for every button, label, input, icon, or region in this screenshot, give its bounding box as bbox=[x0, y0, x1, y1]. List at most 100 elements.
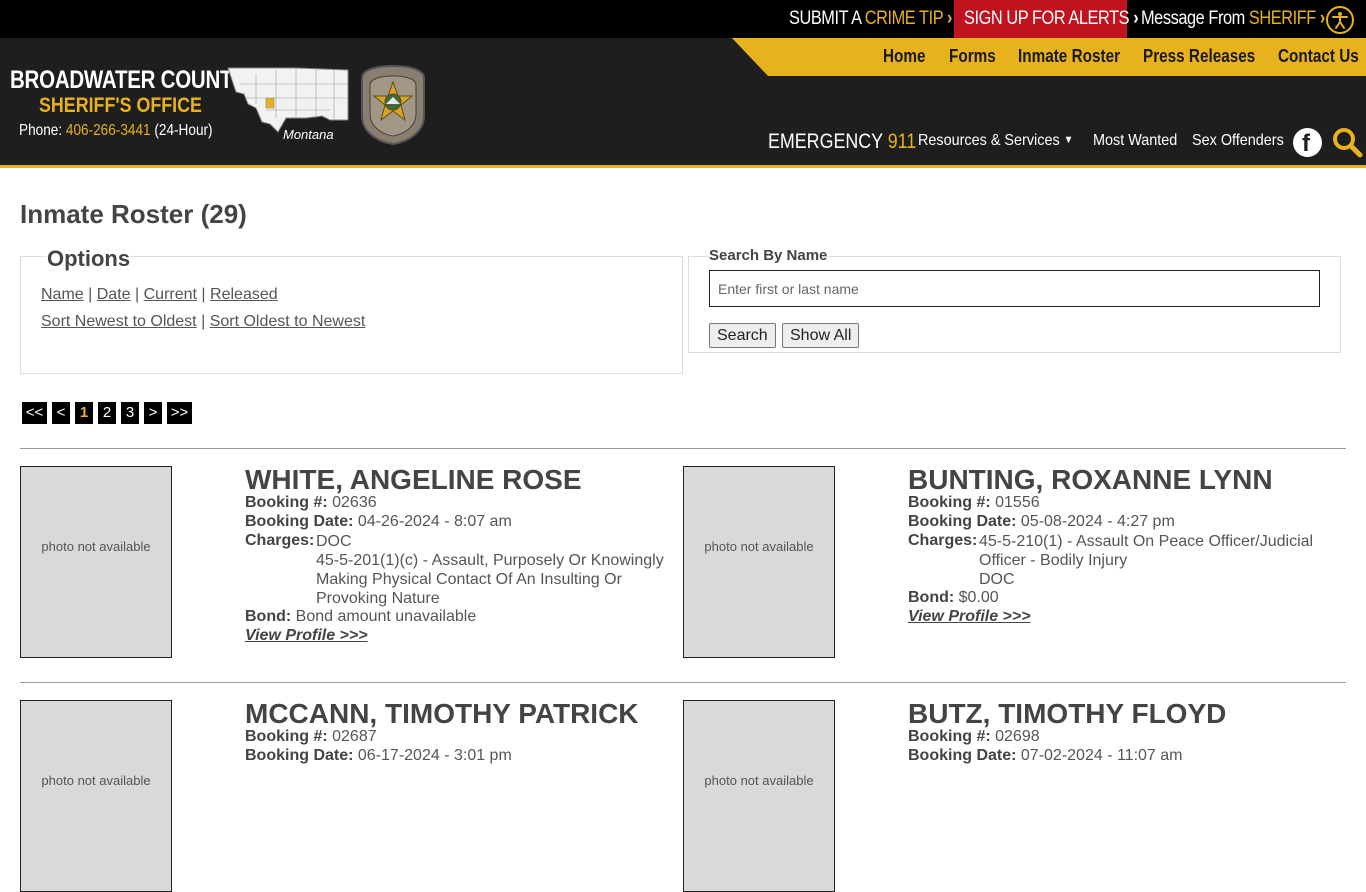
page-2[interactable]: 2 bbox=[98, 402, 116, 424]
emergency-911[interactable]: EMERGENCY 911 bbox=[768, 130, 916, 154]
crime-tip-text-b: CRIME TIP bbox=[864, 8, 944, 29]
nav-home[interactable]: Home bbox=[883, 46, 926, 67]
filter-name-link[interactable]: Name bbox=[41, 286, 84, 303]
phone-note: (24-Hour) bbox=[154, 122, 213, 139]
bond: Bond: Bond amount unavailable bbox=[245, 608, 476, 626]
separator: | bbox=[88, 286, 93, 303]
value: 01556 bbox=[995, 494, 1040, 511]
booking-number: Booking #: 02687 bbox=[245, 728, 377, 746]
charge-item: DOC bbox=[979, 571, 1015, 588]
nav-contact-us[interactable]: Contact Us bbox=[1278, 46, 1359, 67]
value: 05-08-2024 - 4:27 pm bbox=[1020, 513, 1175, 530]
photo-placeholder-text: photo not available bbox=[704, 773, 814, 788]
accessibility-icon[interactable] bbox=[1326, 6, 1354, 34]
label: Booking Date: bbox=[245, 513, 354, 530]
nav-resources-services[interactable]: Resources & Services ▼ bbox=[918, 132, 1073, 150]
view-profile-link[interactable]: View Profile >>> bbox=[908, 608, 1031, 626]
inmate-photo[interactable]: photo not available bbox=[20, 466, 172, 658]
crime-tip-text-a: SUBMIT A bbox=[789, 8, 861, 29]
phone-label: Phone: bbox=[19, 122, 63, 139]
options-filter-row: Name | Date | Current | Released bbox=[41, 286, 278, 304]
booking-date: Booking Date: 07-02-2024 - 11:07 am bbox=[908, 747, 1183, 765]
label: Booking #: bbox=[908, 728, 991, 745]
facebook-icon[interactable]: f bbox=[1293, 128, 1322, 157]
chevron-right-icon: › bbox=[947, 8, 953, 29]
divider bbox=[20, 448, 1346, 449]
submit-crime-tip-link[interactable]: SUBMIT A CRIME TIP › bbox=[789, 0, 952, 38]
inmate-photo[interactable]: photo not available bbox=[683, 700, 835, 892]
options-legend: Options bbox=[47, 246, 131, 272]
value: 07-02-2024 - 11:07 am bbox=[1020, 747, 1183, 764]
value: 02636 bbox=[332, 494, 377, 511]
sort-newest-link[interactable]: Sort Newest to Oldest bbox=[41, 313, 197, 330]
nav-forms[interactable]: Forms bbox=[949, 46, 996, 67]
charges-list: 45-5-210(1) - Assault On Peace Officer/J… bbox=[979, 532, 1329, 589]
filter-released-link[interactable]: Released bbox=[210, 286, 278, 303]
label: Bond: bbox=[245, 608, 292, 625]
label: Booking Date: bbox=[908, 747, 1017, 764]
page-1[interactable]: 1 bbox=[75, 402, 93, 424]
charges-label: Charges: bbox=[245, 532, 314, 550]
inmate-photo[interactable]: photo not available bbox=[20, 700, 172, 892]
nav-inmate-roster[interactable]: Inmate Roster bbox=[1018, 46, 1120, 67]
chevron-right-icon: › bbox=[1319, 8, 1325, 29]
value: 02698 bbox=[995, 728, 1040, 745]
bond: Bond: $0.00 bbox=[908, 589, 999, 607]
nav-most-wanted[interactable]: Most Wanted bbox=[1093, 132, 1177, 150]
site-header: BROADWATER COUNTY SHERIFF'S OFFICE Phone… bbox=[0, 38, 1366, 168]
label: Bond: bbox=[908, 589, 955, 606]
emergency-label: EMERGENCY bbox=[768, 130, 883, 153]
page-first[interactable]: << bbox=[22, 402, 47, 424]
photo-placeholder-text: photo not available bbox=[41, 539, 151, 554]
chevron-right-icon: › bbox=[1133, 8, 1139, 29]
inmate-photo[interactable]: photo not available bbox=[683, 466, 835, 658]
filter-date-link[interactable]: Date bbox=[97, 286, 131, 303]
label: Booking #: bbox=[245, 494, 328, 511]
inmate-name: WHITE, ANGELINE ROSE bbox=[245, 464, 582, 495]
resources-label: Resources & Services bbox=[918, 132, 1060, 149]
view-profile-link[interactable]: View Profile >>> bbox=[245, 627, 368, 645]
message-text-b: SHERIFF bbox=[1248, 8, 1316, 29]
page-last[interactable]: >> bbox=[167, 402, 192, 424]
photo-placeholder-text: photo not available bbox=[41, 773, 151, 788]
phone-number[interactable]: 406-266-3441 bbox=[66, 122, 151, 139]
booking-number: Booking #: 02698 bbox=[908, 728, 1040, 746]
booking-date: Booking Date: 06-17-2024 - 3:01 pm bbox=[245, 747, 512, 765]
booking-date: Booking Date: 04-26-2024 - 8:07 am bbox=[245, 513, 512, 531]
page-3[interactable]: 3 bbox=[121, 402, 139, 424]
emergency-number: 911 bbox=[887, 130, 917, 153]
nav-sex-offenders[interactable]: Sex Offenders bbox=[1192, 132, 1284, 150]
divider bbox=[20, 682, 1346, 683]
brand-phone: Phone: 406-266-3441 (24-Hour) bbox=[19, 122, 213, 140]
sign-up-alerts-link[interactable]: SIGN UP FOR ALERTS › bbox=[964, 0, 1139, 38]
inmate-name: BUNTING, ROXANNE LYNN bbox=[908, 464, 1273, 495]
charge-item: 45-5-210(1) - Assault On Peace Officer/J… bbox=[979, 533, 1314, 569]
search-icon[interactable] bbox=[1331, 126, 1363, 158]
page-next[interactable]: > bbox=[144, 402, 162, 424]
brand-subtitle[interactable]: SHERIFF'S OFFICE bbox=[39, 94, 202, 118]
filter-current-link[interactable]: Current bbox=[144, 286, 197, 303]
page-prev[interactable]: < bbox=[52, 402, 70, 424]
search-legend: Search By Name bbox=[709, 247, 828, 264]
separator: | bbox=[201, 313, 206, 330]
charge-item: 45-5-201(1)(c) - Assault, Purposely Or K… bbox=[316, 552, 664, 607]
value: 04-26-2024 - 8:07 am bbox=[357, 513, 512, 530]
value: $0.00 bbox=[958, 589, 999, 606]
search-input[interactable] bbox=[709, 270, 1320, 307]
charge-item: DOC bbox=[316, 533, 352, 550]
nav-press-releases[interactable]: Press Releases bbox=[1143, 46, 1255, 67]
photo-placeholder-text: photo not available bbox=[704, 539, 814, 554]
brand-title[interactable]: BROADWATER COUNTY bbox=[10, 66, 246, 95]
sheriff-badge-logo bbox=[360, 64, 426, 146]
inmate-name: MCCANN, TIMOTHY PATRICK bbox=[245, 698, 639, 729]
search-button[interactable]: Search bbox=[709, 323, 776, 348]
label: Charges: bbox=[908, 532, 978, 549]
top-bar: SUBMIT A CRIME TIP › SIGN UP FOR ALERTS … bbox=[0, 0, 1366, 38]
charges-list: DOC 45-5-201(1)(c) - Assault, Purposely … bbox=[316, 532, 666, 608]
map-label: Montana bbox=[283, 127, 334, 142]
charges-label: Charges: bbox=[908, 532, 977, 550]
sort-oldest-link[interactable]: Sort Oldest to Newest bbox=[210, 313, 366, 330]
show-all-button[interactable]: Show All bbox=[782, 323, 860, 348]
inmate-name: BUTZ, TIMOTHY FLOYD bbox=[908, 698, 1227, 729]
message-from-sheriff-link[interactable]: Message From SHERIFF › bbox=[1141, 0, 1325, 38]
